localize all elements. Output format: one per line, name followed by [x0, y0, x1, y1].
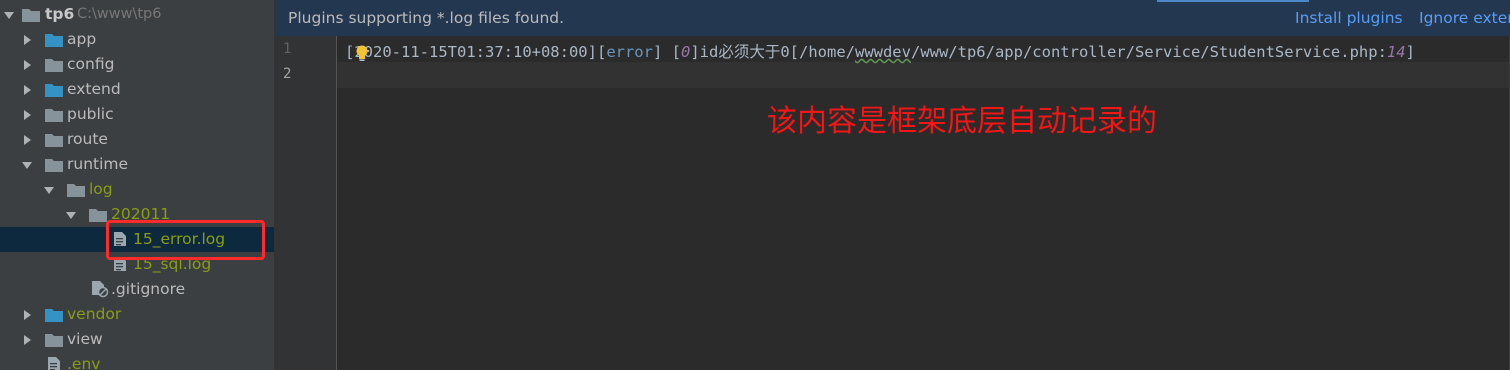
tree-item-label: runtime — [67, 155, 129, 173]
ignore-extensions-link[interactable]: Ignore extensions — [1419, 9, 1510, 27]
chevron-down-icon[interactable] — [22, 160, 32, 170]
log-level: error — [606, 43, 653, 61]
bracket: ] — [1405, 43, 1415, 61]
project-tree-panel: tp6 C:\www\tp6 app config extend public rout… — [0, 0, 274, 370]
folder-icon — [44, 132, 64, 148]
chevron-right-icon[interactable] — [22, 335, 32, 345]
tree-item-label: route — [67, 130, 108, 148]
project-path: C:\www\tp6 — [77, 6, 162, 22]
active-tab-indicator — [1157, 0, 1309, 2]
tree-item[interactable]: extend — [0, 77, 274, 102]
tree-item[interactable]: view — [0, 327, 274, 352]
folder-icon — [44, 107, 64, 123]
tree-item-label: vendor — [67, 305, 122, 323]
tree-item[interactable]: log — [0, 177, 274, 202]
folder-icon — [44, 57, 64, 73]
tree-item[interactable]: .gitignore — [0, 277, 274, 302]
folder-icon — [44, 157, 64, 173]
chevron-right-icon[interactable] — [22, 110, 32, 120]
tree-item[interactable]: runtime — [0, 152, 274, 177]
chevron-right-icon[interactable] — [22, 135, 32, 145]
tree-item-label: .env — [67, 355, 101, 370]
tree-item-label: config — [67, 55, 115, 73]
project-name: tp6 — [45, 5, 75, 23]
log-path: /www/tp6/app/controller/Service/StudentS… — [910, 43, 1387, 61]
tree-item-label: view — [67, 330, 103, 348]
line-number-gutter — [275, 36, 337, 370]
folder-icon — [88, 207, 108, 223]
log-code: 0 — [680, 43, 691, 61]
folder-icon — [44, 307, 64, 323]
bracket: ][ — [587, 43, 607, 61]
chevron-down-icon[interactable] — [4, 10, 14, 20]
bracket: [ — [345, 43, 355, 61]
typo-underlined-word: wwwdev — [854, 43, 911, 61]
annotation-text: 该内容是框架底层自动记录的 — [767, 104, 1157, 139]
current-line-highlight — [337, 62, 1510, 88]
folder-icon — [44, 332, 64, 348]
highlight-box — [106, 220, 265, 260]
tree-item-label: public — [67, 105, 114, 123]
chevron-right-icon[interactable] — [22, 85, 32, 95]
plugin-suggestion-banner: Plugins supporting *.log files found. In… — [275, 0, 1510, 36]
tree-item-label: log — [89, 180, 113, 198]
tree-item-label: extend — [67, 80, 121, 98]
chevron-down-icon[interactable] — [44, 185, 54, 195]
folder-icon — [21, 7, 41, 23]
tree-root-tp6[interactable]: tp6 C:\www\tp6 — [0, 2, 274, 27]
chevron-right-icon[interactable] — [22, 35, 32, 45]
log-timestamp: 2020-11-15T01:37:10+08:00 — [354, 43, 588, 61]
text-file-icon — [47, 356, 67, 370]
tree-item[interactable]: app — [0, 27, 274, 52]
tree-item[interactable]: public — [0, 102, 274, 127]
log-line-number: 14 — [1386, 43, 1406, 61]
tree-item[interactable]: .env — [0, 352, 274, 370]
install-plugins-link[interactable]: Install plugins — [1295, 9, 1403, 27]
folder-icon — [66, 182, 86, 198]
banner-message: Plugins supporting *.log files found. — [288, 9, 565, 27]
tree-item[interactable]: route — [0, 127, 274, 152]
log-message: ]id必须大于0[/home/ — [690, 43, 855, 61]
lightbulb-icon[interactable] — [355, 44, 369, 62]
separator: ] [ — [652, 43, 681, 61]
tree-item-label: app — [67, 30, 97, 48]
tree-item-label: .gitignore — [111, 280, 186, 298]
tree-item[interactable]: vendor — [0, 302, 274, 327]
folder-icon — [44, 82, 64, 98]
chevron-right-icon[interactable] — [22, 60, 32, 70]
line-number: 2 — [283, 66, 292, 82]
tree-item[interactable]: config — [0, 52, 274, 77]
ignore-file-icon — [91, 280, 111, 298]
chevron-right-icon[interactable] — [22, 310, 32, 320]
chevron-down-icon[interactable] — [66, 210, 76, 220]
line-number: 1 — [283, 41, 292, 57]
folder-icon — [44, 32, 64, 48]
code-line-1[interactable]: [2020-11-15T01:37:10+08:00][error] [0]id… — [345, 40, 1415, 62]
